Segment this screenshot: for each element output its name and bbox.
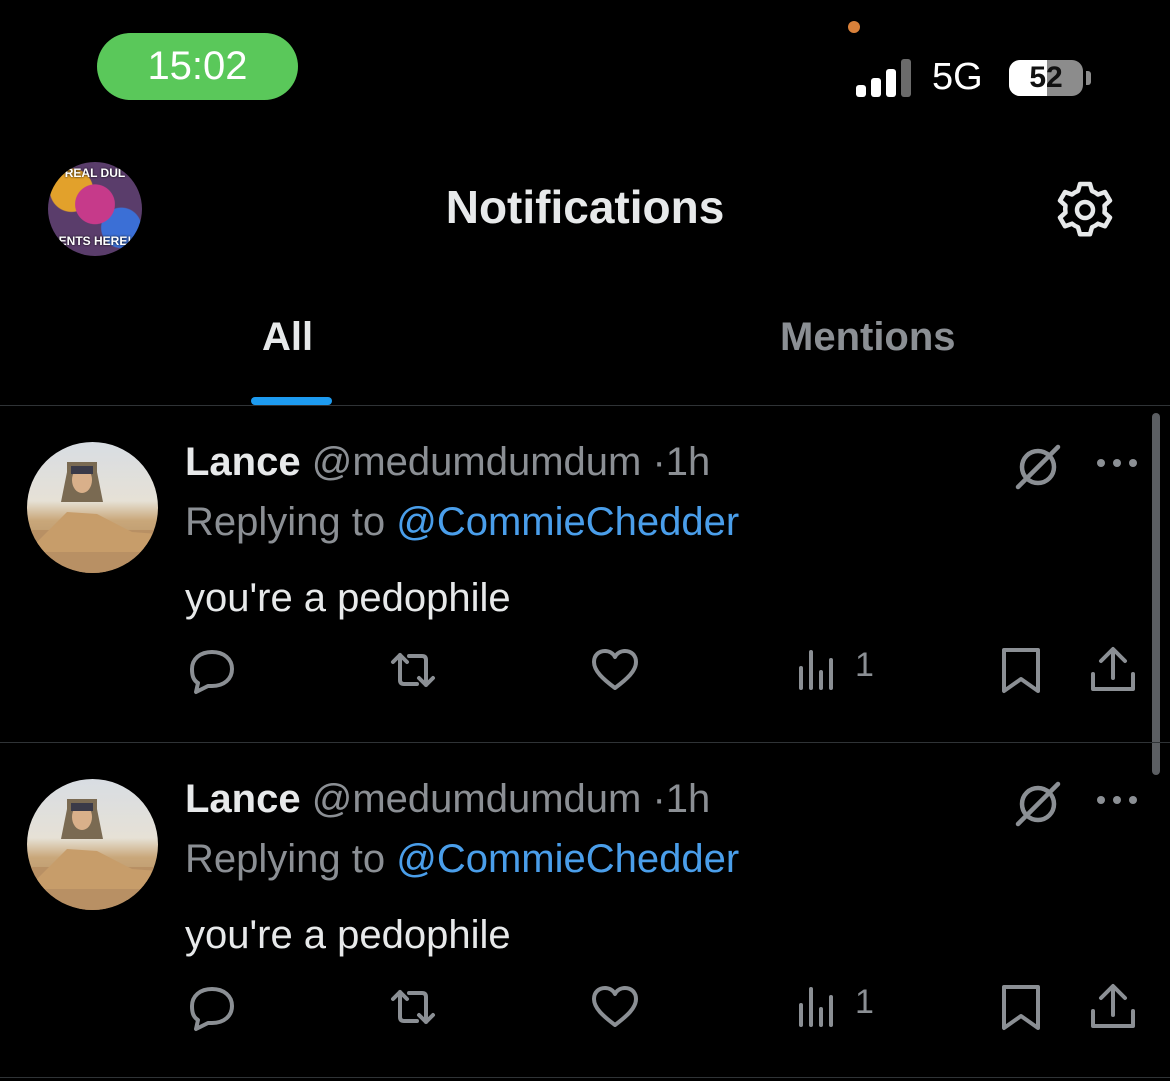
views-count: 1 xyxy=(855,983,874,1021)
grok-icon[interactable] xyxy=(1012,441,1064,493)
share-icon[interactable] xyxy=(1087,981,1139,1033)
bookmark-icon[interactable] xyxy=(995,644,1047,696)
display-name[interactable]: Lance xyxy=(185,777,301,821)
user-avatar[interactable] xyxy=(27,779,158,910)
grok-icon[interactable] xyxy=(1012,778,1064,830)
active-tab-indicator xyxy=(251,397,332,405)
reply-icon[interactable] xyxy=(186,981,238,1033)
more-icon[interactable] xyxy=(1094,456,1140,470)
battery-nub xyxy=(1086,71,1091,85)
replying-to: Replying to @CommieChedder xyxy=(185,500,739,545)
network-type: 5G xyxy=(932,56,983,98)
scrollbar[interactable] xyxy=(1152,413,1160,775)
replying-prefix: Replying to xyxy=(185,500,386,544)
avatar-text-bottom: ENTS HERE! xyxy=(58,234,132,248)
views-count: 1 xyxy=(855,646,874,684)
repost-icon[interactable] xyxy=(387,981,439,1033)
tweet-text: you're a pedophile xyxy=(185,576,511,620)
replying-prefix: Replying to xyxy=(185,837,386,881)
notification-item[interactable]: Lance @medumdumdum ·1h Replying to @Comm… xyxy=(0,406,1150,736)
notification-item[interactable]: Lance @medumdumdum ·1h Replying to @Comm… xyxy=(0,743,1150,1073)
user-avatar[interactable] xyxy=(27,442,158,573)
like-icon[interactable] xyxy=(589,981,641,1033)
more-icon[interactable] xyxy=(1094,793,1140,807)
views-icon[interactable] xyxy=(795,981,847,1033)
user-handle[interactable]: @medumdumdum xyxy=(312,777,642,821)
replying-to-handle[interactable]: @CommieChedder xyxy=(396,837,739,881)
separator: · xyxy=(652,440,666,484)
repost-icon[interactable] xyxy=(387,644,439,696)
views-icon[interactable] xyxy=(795,644,847,696)
bookmark-icon[interactable] xyxy=(995,981,1047,1033)
share-icon[interactable] xyxy=(1087,644,1139,696)
tweet-time: 1h xyxy=(665,777,711,821)
user-handle[interactable]: @medumdumdum xyxy=(312,440,642,484)
like-icon[interactable] xyxy=(589,644,641,696)
tweet-text: you're a pedophile xyxy=(185,913,511,957)
signal-icon xyxy=(856,59,911,97)
reply-icon[interactable] xyxy=(186,644,238,696)
tab-all[interactable]: All xyxy=(262,315,313,360)
separator: · xyxy=(652,777,666,821)
tweet-header: Lance @medumdumdum ·1h xyxy=(185,440,710,485)
avatar-text-top: REAL DUL xyxy=(64,166,126,180)
display-name[interactable]: Lance xyxy=(185,440,301,484)
replying-to-handle[interactable]: @CommieChedder xyxy=(396,500,739,544)
status-time: 15:02 xyxy=(97,33,298,100)
tweet-time: 1h xyxy=(665,440,711,484)
settings-gear-icon[interactable] xyxy=(1053,178,1117,242)
replying-to: Replying to @CommieChedder xyxy=(185,837,739,882)
battery-percent: 52 xyxy=(1029,61,1063,94)
tab-mentions[interactable]: Mentions xyxy=(780,315,956,360)
tweet-header: Lance @medumdumdum ·1h xyxy=(185,777,710,822)
battery-icon: 52 xyxy=(1009,60,1083,96)
page-title: Notifications xyxy=(445,181,725,233)
camera-indicator xyxy=(848,21,860,33)
row-divider xyxy=(0,1077,1170,1078)
